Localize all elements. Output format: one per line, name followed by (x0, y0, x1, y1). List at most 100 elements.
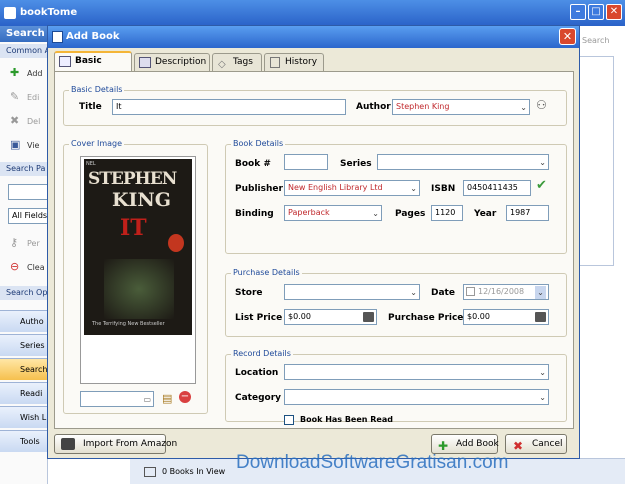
nav-search[interactable]: Search (0, 358, 48, 380)
people-icon[interactable]: ⚇ (536, 98, 547, 112)
cover-art (104, 259, 174, 319)
common-actions-header: Common A (0, 44, 48, 58)
clear-icon: ⊖ (10, 260, 20, 273)
record-details-label: Record Details (231, 349, 293, 358)
series-select[interactable]: ⌄ (377, 154, 549, 170)
title-input[interactable]: It (112, 99, 346, 115)
book-number-input[interactable] (284, 154, 328, 170)
maximize-icon[interactable]: □ (588, 4, 604, 20)
search-options-header: Search Op (0, 286, 48, 300)
author-select[interactable]: Stephen King ⌄ (392, 99, 530, 115)
plus-icon: ✚ (10, 66, 20, 79)
isbn-label: ISBN (431, 184, 456, 194)
history-icon (270, 57, 280, 68)
publisher-select[interactable]: New English Library Ltd ⌄ (284, 180, 420, 196)
isbn-input[interactable]: 0450411435 (463, 180, 531, 196)
cover-image-label: Cover Image (69, 139, 125, 148)
date-picker[interactable]: 12/16/2008 ⌄ (463, 284, 549, 300)
nav-series[interactable]: Series (0, 334, 48, 356)
cancel-icon: ✖ (513, 439, 524, 453)
tab-description[interactable]: Description (134, 53, 210, 72)
binding-select[interactable]: Paperback ⌄ (284, 205, 382, 221)
store-select[interactable]: ⌄ (284, 284, 420, 300)
minimize-icon[interactable]: – (570, 4, 586, 20)
delete-icon: ✖ (10, 114, 20, 127)
tab-basic-details[interactable]: Basic Details (54, 51, 132, 83)
results-pane (580, 56, 614, 266)
cancel-button[interactable]: ✖ Cancel (505, 434, 567, 454)
tab-panel: Basic Details Title It Author Stephen Ki… (54, 71, 574, 429)
book-number-label: Book # (235, 159, 271, 169)
watermark: DownloadSoftwareGratisan.com (236, 452, 509, 473)
add-book-dialog: Add Book ✕ Basic Details Description ◇Ta… (47, 25, 580, 459)
publisher-label: Publisher (235, 184, 283, 194)
nav-tools[interactable]: Tools (0, 430, 48, 452)
details-icon (59, 56, 71, 67)
add-book-button[interactable]: ✚ Add Book (431, 434, 499, 454)
dialog-title: Add Book (66, 31, 120, 42)
list-price-label: List Price (235, 313, 283, 323)
sidebar-action-edit[interactable]: ✎ Edi (10, 90, 39, 103)
list-price-input[interactable]: $0.00 (284, 309, 377, 325)
sidebar: Search Common A ✚ Add ✎ Edi ✖ Del ▣ Vie Sear… (0, 26, 48, 484)
date-checkbox[interactable] (466, 287, 475, 296)
book-icon (52, 31, 63, 43)
balloon-shape (168, 234, 184, 252)
pencil-icon: ✎ (10, 90, 20, 103)
dialog-title-bar: Add Book ✕ (48, 26, 579, 48)
browse-icon[interactable]: ▭ (143, 393, 151, 406)
location-label: Location (235, 368, 279, 378)
key-icon: ⚷ (10, 236, 19, 249)
cover-image: STEPHEN KING IT The Terrifying New Bests… (84, 159, 192, 335)
app-title: bookTome (20, 7, 78, 18)
title-label: Title (79, 102, 102, 112)
books-in-view: 0 Books In View (162, 467, 226, 476)
search-input[interactable] (8, 184, 48, 200)
year-label: Year (474, 209, 497, 219)
app-icon (4, 7, 16, 19)
sidebar-action-delete[interactable]: ✖ Del (10, 114, 40, 127)
read-checkbox[interactable] (284, 415, 294, 425)
sidebar-header: Search (0, 26, 48, 42)
books-icon (144, 467, 156, 477)
close-icon[interactable]: ✕ (606, 4, 622, 20)
cover-path-input[interactable]: ▭ (80, 391, 154, 407)
nav-authors[interactable]: Autho (0, 310, 48, 332)
nav-wish-list[interactable]: Wish L (0, 406, 48, 428)
calculator-icon[interactable] (363, 312, 374, 322)
basic-details-label: Basic Details (69, 85, 125, 94)
main-title-bar: bookTome – □ ✕ (0, 0, 625, 26)
search-hint: Search (582, 36, 610, 45)
nav-reading[interactable]: Readi (0, 382, 48, 404)
category-select[interactable]: ⌄ (284, 389, 549, 405)
author-label: Author (356, 102, 391, 112)
check-icon: ✔ (536, 178, 547, 193)
purchase-price-label: Purchase Price (388, 313, 464, 323)
calculator-icon[interactable] (535, 312, 546, 322)
main-content-area: Search (580, 26, 625, 484)
pages-input[interactable]: 1120 (431, 205, 463, 221)
year-input[interactable]: 1987 (506, 205, 549, 221)
read-label: Book Has Been Read (300, 415, 393, 424)
dialog-close-icon[interactable]: ✕ (559, 28, 576, 45)
amazon-icon (61, 438, 75, 450)
view-icon: ▣ (10, 138, 21, 151)
date-label: Date (431, 288, 455, 298)
sidebar-search-clear[interactable]: ⊖ Clea (10, 260, 45, 273)
paste-icon[interactable]: ▤ (162, 392, 172, 405)
purchase-details-group (225, 273, 567, 337)
remove-icon[interactable]: − (179, 391, 191, 403)
search-panel-header: Search Pa (0, 162, 48, 176)
tab-history[interactable]: History (264, 53, 324, 72)
binding-label: Binding (235, 209, 274, 219)
tab-tags[interactable]: ◇ Tags (212, 53, 262, 72)
purchase-price-input[interactable]: $0.00 (463, 309, 549, 325)
cover-image-frame: STEPHEN KING IT The Terrifying New Bests… (80, 156, 196, 384)
book-details-label: Book Details (231, 139, 286, 148)
import-from-amazon-button[interactable]: Import From Amazon (54, 434, 177, 454)
location-select[interactable]: ⌄ (284, 364, 549, 380)
fields-select[interactable]: All Fields (8, 208, 48, 224)
sidebar-action-add[interactable]: ✚ Add (10, 66, 43, 79)
sidebar-action-view[interactable]: ▣ Vie (10, 138, 39, 151)
sidebar-search-permanent[interactable]: ⚷ Per (10, 236, 40, 249)
